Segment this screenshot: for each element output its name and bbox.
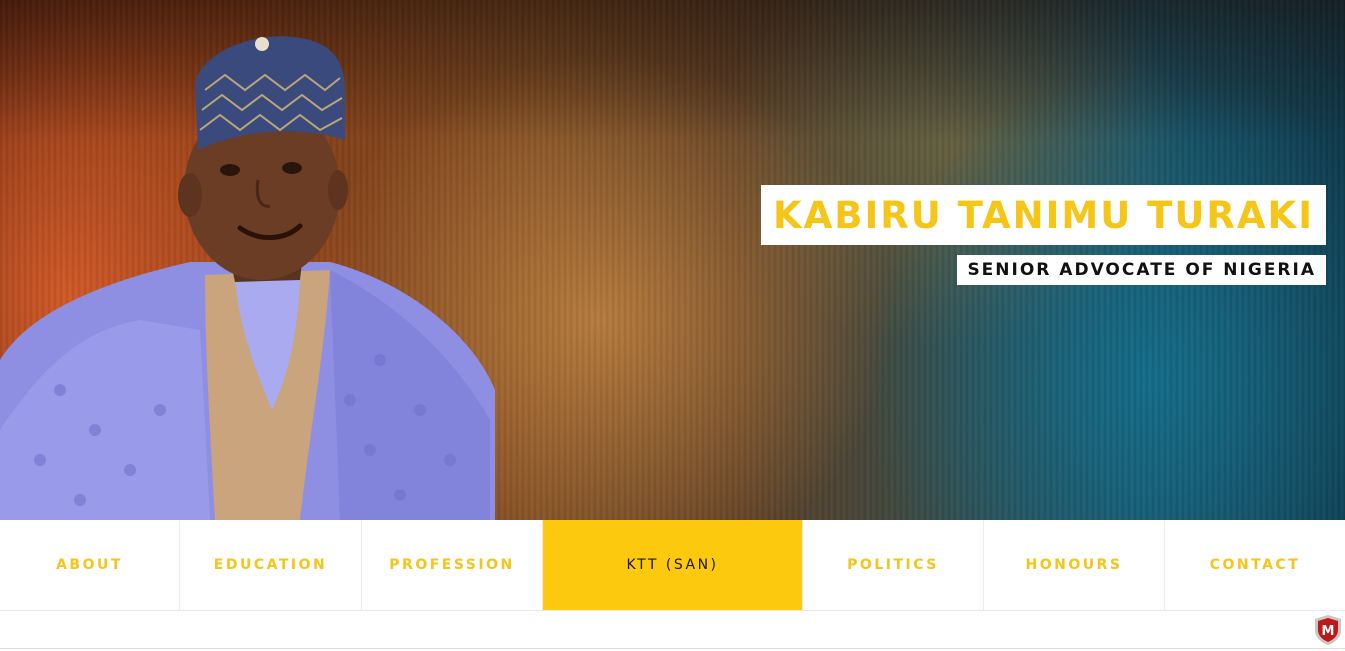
subtitle-banner: SENIOR ADVOCATE OF NIGERIA bbox=[957, 255, 1326, 285]
nav-item-profession[interactable]: PROFESSION bbox=[362, 520, 543, 610]
main-nav: ABOUT EDUCATION PROFESSION KTT (SAN) POL… bbox=[0, 520, 1345, 611]
nav-item-ktt-san[interactable]: KTT (SAN) bbox=[543, 520, 803, 610]
mcafee-shield-icon[interactable]: M bbox=[1313, 614, 1343, 646]
nav-label: CONTACT bbox=[1209, 557, 1301, 573]
footer-divider bbox=[0, 648, 1345, 649]
nav-item-education[interactable]: EDUCATION bbox=[180, 520, 362, 610]
nav-label: KTT (SAN) bbox=[626, 557, 719, 573]
nav-item-contact[interactable]: CONTACT bbox=[1165, 520, 1345, 610]
hero-name: KABIRU TANIMU TURAKI bbox=[772, 193, 1314, 237]
hero-subtitle: SENIOR ADVOCATE OF NIGERIA bbox=[967, 260, 1316, 280]
nav-item-honours[interactable]: HONOURS bbox=[984, 520, 1165, 610]
nav-label: EDUCATION bbox=[213, 557, 328, 573]
nav-label: PROFESSION bbox=[389, 557, 515, 573]
nav-label: ABOUT bbox=[56, 557, 123, 573]
nav-item-politics[interactable]: POLITICS bbox=[803, 520, 984, 610]
nav-label: HONOURS bbox=[1025, 557, 1123, 573]
nav-label: POLITICS bbox=[847, 557, 939, 573]
nav-item-about[interactable]: ABOUT bbox=[0, 520, 180, 610]
hero-banner: KABIRU TANIMU TURAKI SENIOR ADVOCATE OF … bbox=[0, 0, 1345, 520]
shield-letter: M bbox=[1322, 624, 1335, 639]
portrait-image bbox=[0, 36, 495, 520]
name-banner: KABIRU TANIMU TURAKI bbox=[760, 185, 1326, 245]
